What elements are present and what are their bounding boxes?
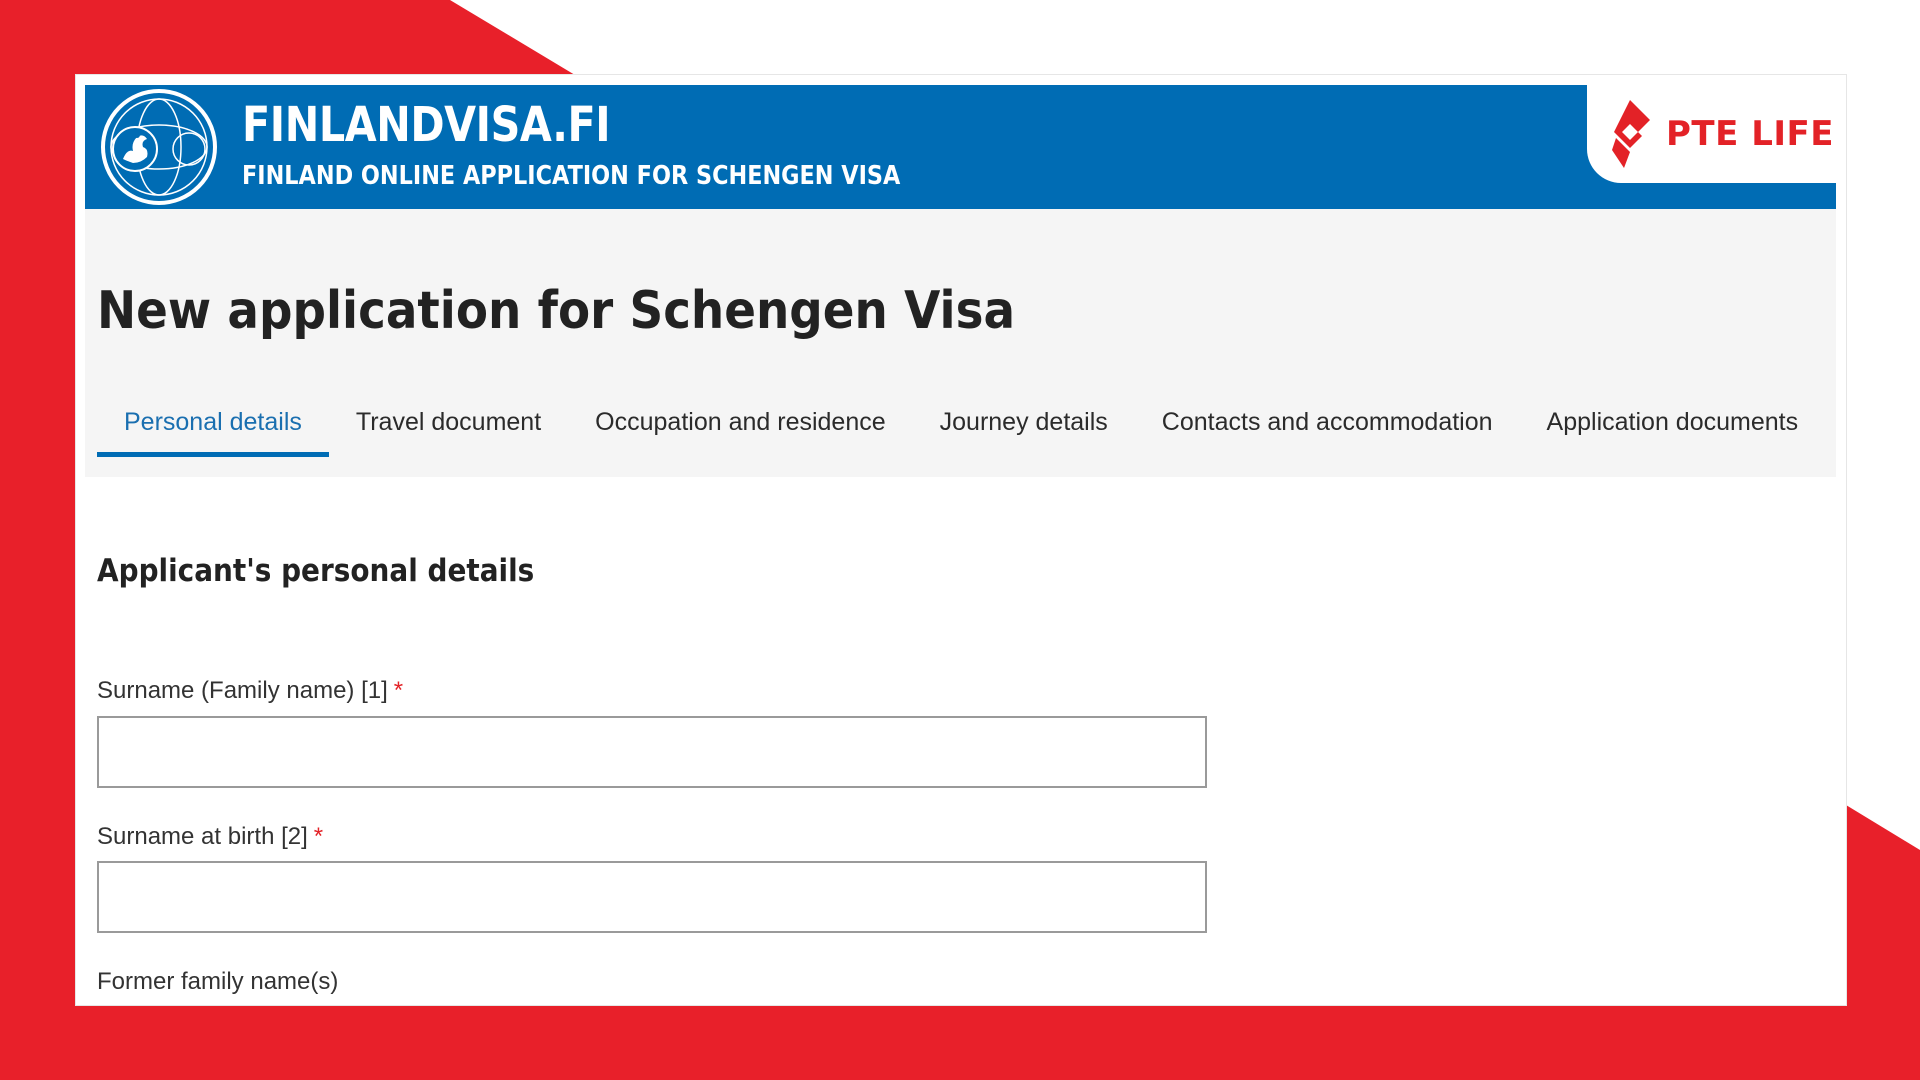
lion-crest-icon[interactable] xyxy=(99,87,219,207)
surname-input[interactable] xyxy=(97,716,1207,788)
brand-badge[interactable]: PTE LIFE xyxy=(1587,85,1846,183)
site-header: FINLANDVISA.FI FINLAND ONLINE APPLICATIO… xyxy=(85,85,1846,209)
brand-text: PTE LIFE xyxy=(1666,114,1834,154)
surname-label-text: Surname (Family name) [1] xyxy=(97,677,388,704)
required-marker: * xyxy=(393,677,404,704)
form-tabs: Personal details Travel document Occupat… xyxy=(97,393,1825,457)
site-subtitle: FINLAND ONLINE APPLICATION FOR SCHENGEN … xyxy=(242,161,901,191)
pte-life-logo-icon xyxy=(1612,100,1651,168)
tab-occupation-and-residence[interactable]: Occupation and residence xyxy=(568,393,912,457)
surname-at-birth-input[interactable] xyxy=(97,861,1207,933)
surname-at-birth-label: Surname at birth [2] * xyxy=(97,823,323,851)
surname-at-birth-label-text: Surname at birth [2] xyxy=(97,823,308,850)
surname-label: Surname (Family name) [1] * xyxy=(97,677,403,705)
tab-contacts-and-accommodation[interactable]: Contacts and accommodation xyxy=(1135,393,1520,457)
screenshot-card: FINLANDVISA.FI FINLAND ONLINE APPLICATIO… xyxy=(76,75,1846,1005)
tab-personal-details[interactable]: Personal details xyxy=(97,393,329,457)
page-title: New application for Schengen Visa xyxy=(97,281,1016,341)
section-title: Applicant's personal details xyxy=(97,553,535,589)
tab-application-documents[interactable]: Application documents xyxy=(1520,393,1826,457)
site-title: FINLANDVISA.FI xyxy=(242,97,611,153)
tab-journey-details[interactable]: Journey details xyxy=(913,393,1135,457)
former-family-names-label: Former family name(s) xyxy=(97,968,339,995)
page-header-area: New application for Schengen Visa Person… xyxy=(85,209,1836,477)
required-marker: * xyxy=(313,823,324,850)
tab-travel-document[interactable]: Travel document xyxy=(329,393,568,457)
